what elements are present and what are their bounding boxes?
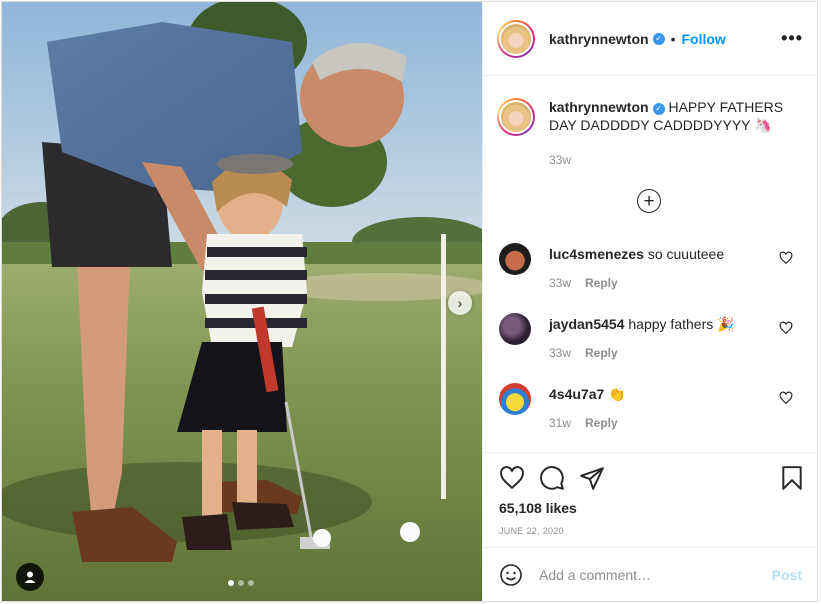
- carousel-dot: [228, 580, 234, 586]
- comment-text: so cuuuteee: [647, 246, 725, 262]
- reply-button[interactable]: Reply: [585, 416, 618, 430]
- post-actions: 65,108 likes JUNE 22, 2020: [483, 452, 818, 547]
- comment-time: 31w: [549, 416, 572, 430]
- like-comment-heart-icon[interactable]: [779, 251, 793, 265]
- post-side-panel: kathrynnewton ✓ • Follow ••• kathrynnewt…: [482, 2, 818, 601]
- next-photo-button[interactable]: ›: [448, 291, 472, 315]
- post-dialog: › kathrynnewton ✓ • Follow ••• kathrynne…: [1, 1, 818, 602]
- commenter-avatar[interactable]: [499, 313, 531, 345]
- comment-time: 33w: [549, 346, 572, 360]
- like-comment-heart-icon[interactable]: [779, 391, 793, 405]
- verified-badge-icon: ✓: [652, 103, 665, 115]
- comments-section: kathrynnewton ✓ HAPPY FATHERS DAY DADDDDY…: [483, 76, 818, 452]
- person-icon: [24, 571, 36, 583]
- comment-username[interactable]: jaydan5454: [549, 316, 625, 332]
- reply-button[interactable]: Reply: [585, 276, 618, 290]
- comment-icon[interactable]: [539, 465, 565, 491]
- load-more-comments-button[interactable]: +: [637, 189, 661, 213]
- follow-button[interactable]: Follow: [681, 31, 725, 47]
- reply-button[interactable]: Reply: [585, 346, 618, 360]
- comment-meta: 31w Reply: [549, 416, 618, 430]
- tagged-user-icon[interactable]: [16, 563, 44, 591]
- post-header: kathrynnewton ✓ • Follow •••: [483, 2, 817, 76]
- add-comment-bar: Post: [483, 547, 818, 601]
- carousel-dot: [248, 580, 254, 586]
- carousel-dot: [238, 580, 244, 586]
- more-options-button[interactable]: •••: [781, 29, 803, 47]
- author-avatar[interactable]: [497, 19, 535, 58]
- comment-body: jaydan5454 happy fathers 🎉: [549, 315, 769, 333]
- share-icon[interactable]: [579, 465, 605, 491]
- add-comment-input[interactable]: [539, 566, 759, 583]
- comment-body: 4s4u7a7 👏: [549, 385, 769, 403]
- post-date: JUNE 22, 2020: [499, 526, 564, 536]
- comment-body: luc4smenezes so cuuuteee: [549, 245, 769, 263]
- comment-meta: 33w Reply: [549, 346, 618, 360]
- caption-text-block: kathrynnewton ✓ HAPPY FATHERS DAY DADDDDY…: [549, 98, 789, 136]
- comment-text: happy fathers 🎉: [628, 316, 735, 332]
- caption-author-avatar[interactable]: [497, 98, 535, 136]
- heart-icon[interactable]: [499, 465, 525, 491]
- author-username[interactable]: kathrynnewton: [549, 31, 649, 47]
- post-photo[interactable]: ›: [2, 2, 482, 601]
- likes-count[interactable]: 65,108 likes: [499, 500, 577, 516]
- post-caption: kathrynnewton ✓ HAPPY FATHERS DAY DADDDDY…: [497, 98, 797, 167]
- post-comment-button[interactable]: Post: [772, 567, 802, 583]
- caption-time: 33w: [549, 153, 572, 167]
- header-separator: •: [670, 30, 676, 47]
- commenter-avatar[interactable]: [499, 243, 531, 275]
- comment-username[interactable]: luc4smenezes: [549, 246, 644, 262]
- comment-username[interactable]: 4s4u7a7: [549, 386, 604, 402]
- verified-badge-icon: ✓: [652, 32, 665, 45]
- commenter-avatar[interactable]: [499, 383, 531, 415]
- like-comment-heart-icon[interactable]: [779, 321, 793, 335]
- caption-username[interactable]: kathrynnewton: [549, 99, 649, 115]
- golf-photo-image: [2, 2, 482, 601]
- carousel-indicator: [228, 580, 254, 586]
- bookmark-icon[interactable]: [779, 465, 805, 491]
- comment-time: 33w: [549, 276, 572, 290]
- comment-text: 👏: [608, 386, 626, 402]
- smiley-icon[interactable]: [499, 563, 523, 587]
- comment-meta: 33w Reply: [549, 276, 618, 290]
